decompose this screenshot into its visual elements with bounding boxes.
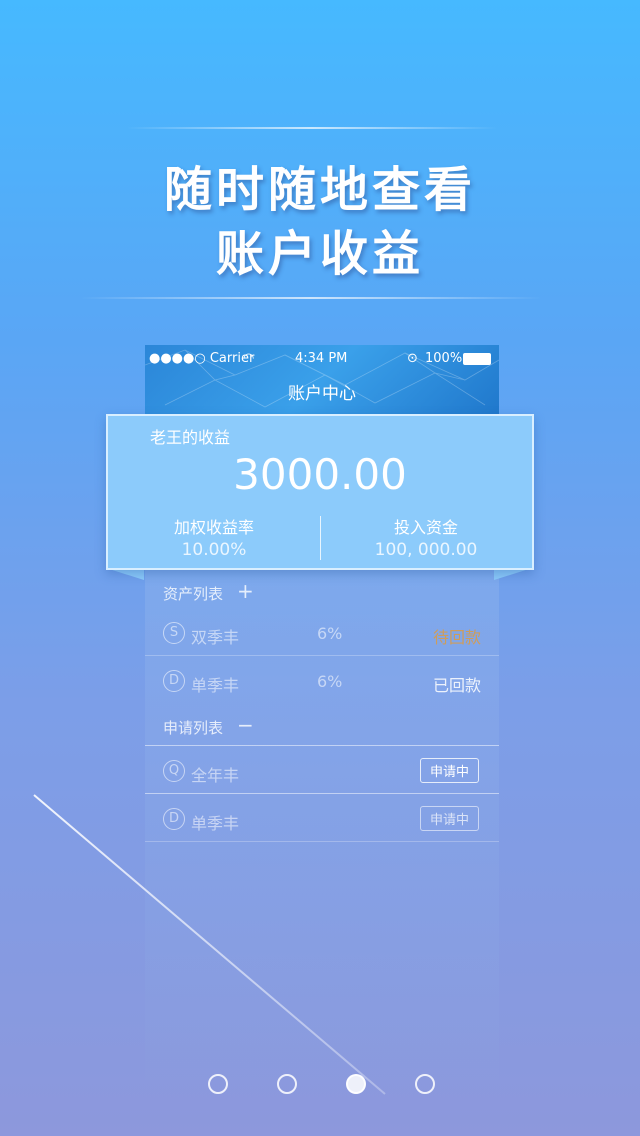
headline-line-2: 账户收益 (215, 226, 424, 282)
wifi-icon: ◠ (243, 351, 255, 366)
double-season-icon: S (163, 622, 185, 644)
apply-status-button[interactable]: 申请中 (419, 806, 479, 831)
row-separator (145, 841, 499, 842)
row-separator (145, 745, 499, 746)
earnings-card: 老王的收益 3000.00 加权收益率 10.00% 投入资金 100, 000… (106, 414, 534, 570)
page-dot-3[interactable] (346, 1074, 366, 1094)
weighted-rate-value: 10.00% (181, 540, 247, 560)
asset-list-toggle[interactable]: + (237, 579, 254, 603)
page-dot-2[interactable] (277, 1074, 297, 1094)
top-divider (126, 127, 498, 129)
asset-name: 单季丰 (191, 676, 240, 695)
full-year-icon: Q (163, 760, 185, 782)
nav-title: 账户中心 (288, 384, 356, 404)
bottom-divider (80, 297, 542, 299)
application-row-2[interactable]: D 单季丰 申请中 (145, 796, 499, 844)
asset-rate: 6% (317, 624, 343, 643)
earnings-amount: 3000.00 (233, 450, 407, 499)
application-row-1[interactable]: Q 全年丰 申请中 (145, 748, 499, 796)
battery-label: 100% (425, 351, 463, 366)
single-season-icon: D (163, 808, 185, 830)
asset-status: 已回款 (432, 676, 481, 695)
clock-label: 4:34 PM (295, 351, 348, 366)
page-dot-1[interactable] (208, 1074, 228, 1094)
capital-value: 100, 000.00 (374, 540, 478, 560)
owner-earnings-label: 老王的收益 (150, 428, 231, 447)
page-dot-4[interactable] (415, 1074, 435, 1094)
row-separator (145, 655, 499, 656)
carrier-label: ●●●●○ Carrier (149, 351, 255, 366)
battery-icon (463, 353, 491, 365)
status-bar: ●●●●○ Carrier ◠ 4:34 PM ⊙ 100% 账户中心 (145, 345, 499, 415)
application-name: 全年丰 (191, 766, 240, 785)
application-name: 单季丰 (191, 814, 240, 833)
headline-line-1: 随时随地查看 (163, 162, 476, 218)
lock-rotation-icon: ⊙ (407, 351, 418, 366)
capital-label: 投入资金 (393, 518, 458, 537)
asset-row-1[interactable]: S 双季丰 6% 待回款 (145, 610, 499, 658)
row-separator (145, 793, 499, 794)
asset-status: 待回款 (432, 628, 481, 647)
single-season-icon: D (163, 670, 185, 692)
application-list-toggle[interactable]: − (237, 713, 254, 737)
apply-status-button[interactable]: 申请中 (419, 758, 479, 783)
asset-list-title: 资产列表 (163, 585, 224, 603)
application-list-title: 申请列表 (163, 719, 224, 737)
weighted-rate-label: 加权收益率 (173, 518, 254, 537)
asset-name: 双季丰 (191, 628, 240, 647)
asset-rate: 6% (317, 672, 343, 691)
asset-row-2[interactable]: D 单季丰 6% 已回款 (145, 658, 499, 706)
